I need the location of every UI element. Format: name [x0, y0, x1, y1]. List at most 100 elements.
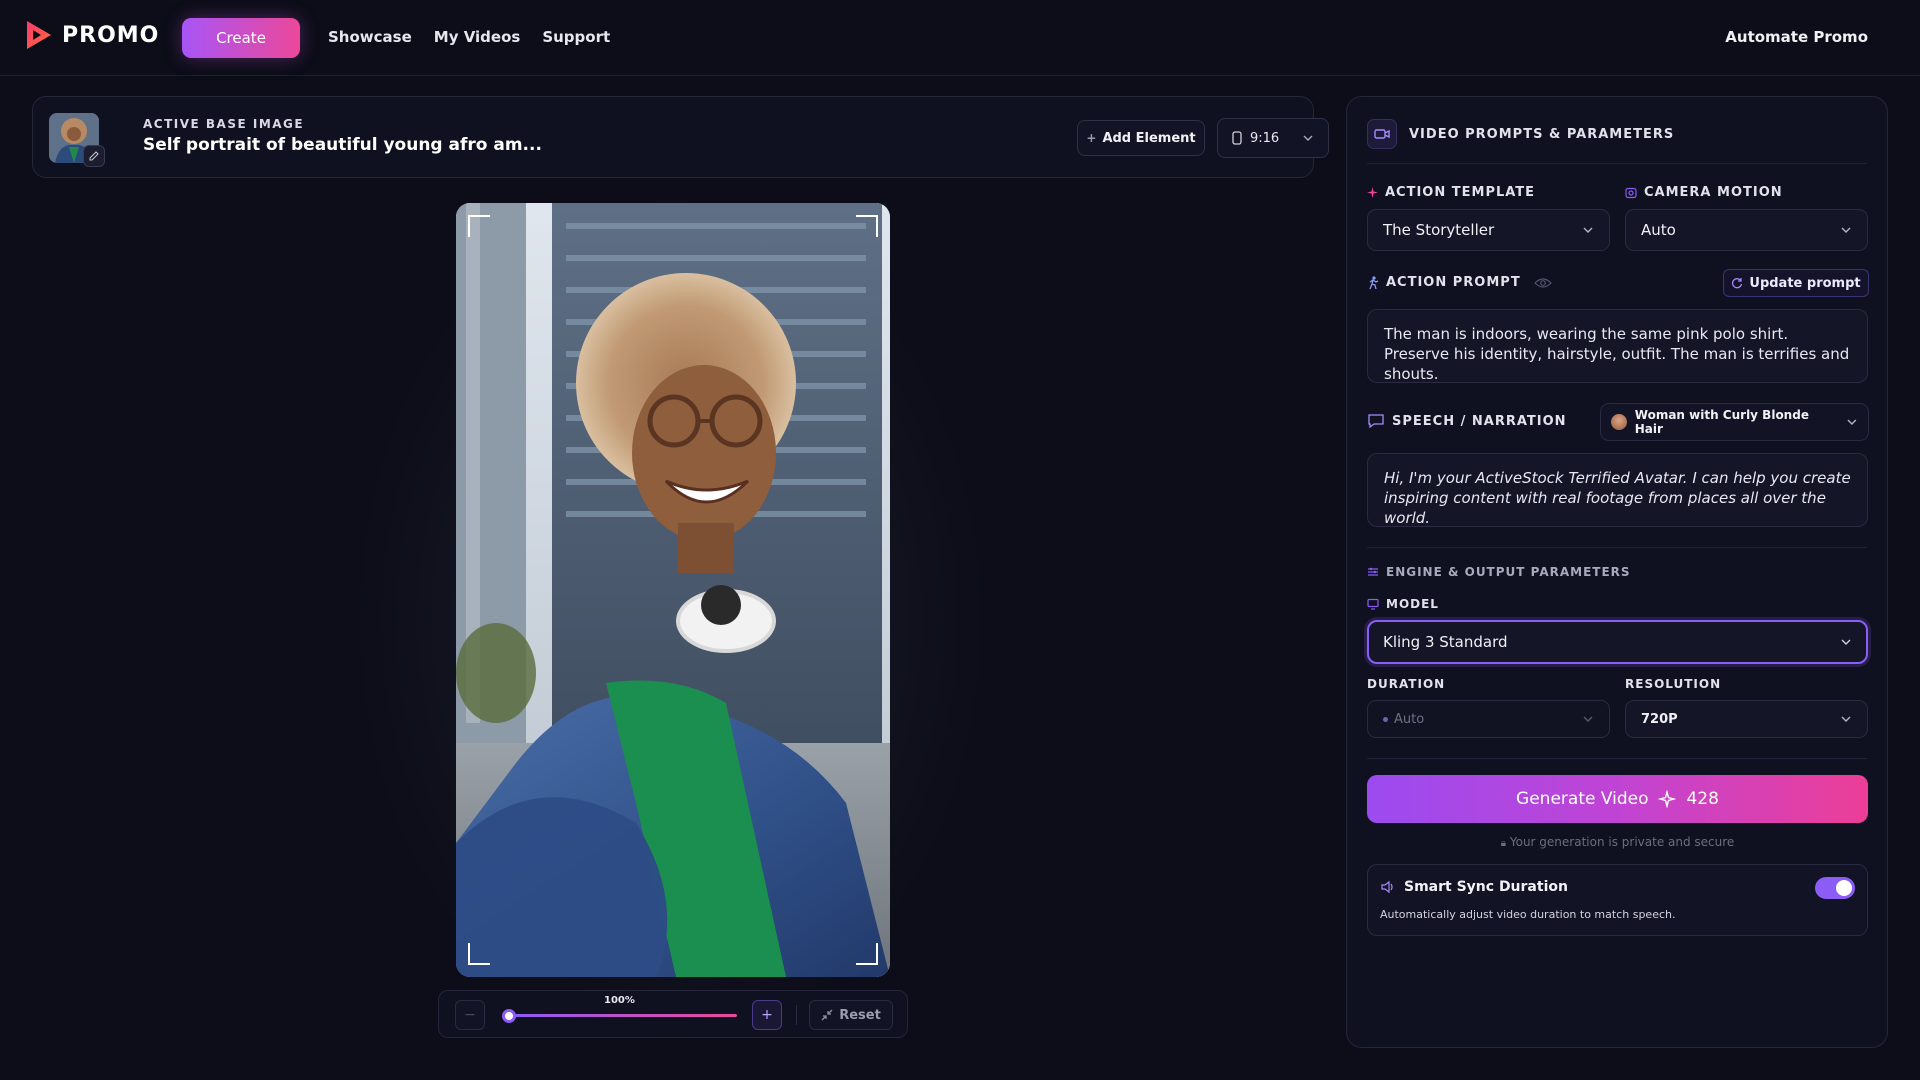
- monitor-icon: [1367, 598, 1379, 610]
- speech-textarea[interactable]: Hi, I'm your ActiveStock Terrified Avata…: [1367, 453, 1868, 527]
- action-prompt-textarea[interactable]: The man is indoors, wearing the same pin…: [1367, 309, 1868, 383]
- camera-motion-value: Auto: [1641, 221, 1676, 239]
- main-nav: Showcase My Videos Support: [328, 28, 610, 46]
- base-image-label: ACTIVE BASE IMAGE: [143, 117, 305, 131]
- plus-icon: +: [1086, 131, 1097, 145]
- speaker-icon: [1381, 880, 1393, 894]
- smart-sync-toggle[interactable]: [1815, 877, 1855, 899]
- duration-select[interactable]: Auto: [1367, 700, 1610, 738]
- model-value: Kling 3 Standard: [1383, 633, 1508, 651]
- duration-label: DURATION: [1367, 677, 1446, 691]
- zoom-controls: − 100% + Reset: [438, 990, 908, 1038]
- chevron-down-icon: [1841, 716, 1851, 722]
- voice-avatar: [1611, 414, 1627, 430]
- smart-sync-description: Automatically adjust video duration to m…: [1380, 908, 1676, 921]
- zoom-divider: [796, 1005, 797, 1025]
- voice-name: Woman with Curly Blonde Hair: [1634, 408, 1809, 436]
- lock-icon: 🔒︎: [1500, 838, 1507, 849]
- zoom-slider-track[interactable]: [509, 1014, 737, 1017]
- eye-icon[interactable]: [1533, 277, 1552, 289]
- top-navigation-bar: PROMO Create Showcase My Videos Support …: [0, 0, 1920, 76]
- action-template-label: ACTION TEMPLATE: [1367, 185, 1535, 200]
- secure-note-text: Your generation is private and secure: [1509, 835, 1735, 849]
- video-parameters-panel: VIDEO PROMPTS & PARAMETERS ACTION TEMPLA…: [1346, 96, 1888, 1048]
- secure-note: 🔒︎ Your generation is private and secure: [1367, 835, 1868, 849]
- nav-my-videos[interactable]: My Videos: [434, 28, 521, 46]
- nav-showcase[interactable]: Showcase: [328, 28, 412, 46]
- camera-motion-select[interactable]: Auto: [1625, 209, 1868, 251]
- zoom-out-button[interactable]: −: [455, 1000, 485, 1030]
- active-base-image-card: ACTIVE BASE IMAGE Self portrait of beaut…: [32, 96, 1329, 178]
- sparkle-icon: [1367, 187, 1378, 198]
- phone-icon: [1232, 131, 1242, 145]
- sliders-icon: [1368, 567, 1378, 576]
- chevron-down-icon: [1583, 227, 1593, 233]
- chevron-down-icon: [1841, 639, 1851, 645]
- add-element-button[interactable]: + Add Element: [1077, 120, 1205, 156]
- action-template-value: The Storyteller: [1383, 221, 1495, 239]
- nav-support[interactable]: Support: [542, 28, 610, 46]
- model-label: MODEL: [1367, 597, 1439, 611]
- chevron-down-icon: [1841, 227, 1851, 233]
- crop-corner-bottom-left: [468, 943, 490, 965]
- resolution-value: 720P: [1641, 711, 1678, 727]
- aspect-ratio-value: 9:16: [1250, 130, 1280, 146]
- toggle-knob: [1836, 880, 1852, 896]
- chevron-down-icon: [1583, 716, 1593, 722]
- running-person-icon: [1369, 275, 1379, 289]
- divider: [1367, 758, 1867, 759]
- engine-params-label: ENGINE & OUTPUT PARAMETERS: [1367, 565, 1631, 579]
- shrink-arrows-icon: [821, 1009, 833, 1021]
- update-prompt-button[interactable]: Update prompt: [1723, 269, 1869, 297]
- generate-video-button[interactable]: Generate Video 428: [1367, 775, 1868, 823]
- model-select[interactable]: Kling 3 Standard: [1367, 620, 1868, 664]
- create-button[interactable]: Create: [182, 18, 300, 58]
- duration-value-wrap: Auto: [1383, 712, 1424, 727]
- model-label-text: MODEL: [1386, 597, 1439, 611]
- action-prompt-label-text: ACTION PROMPT: [1386, 275, 1521, 290]
- divider: [1367, 163, 1867, 164]
- action-template-label-text: ACTION TEMPLATE: [1385, 185, 1536, 200]
- logo-text: PROMO: [62, 22, 160, 48]
- reset-label: Reset: [839, 1007, 881, 1023]
- panel-header: VIDEO PROMPTS & PARAMETERS: [1367, 119, 1674, 149]
- zoom-slider-handle[interactable]: [502, 1009, 516, 1023]
- video-camera-icon: [1367, 119, 1397, 149]
- action-prompt-label: ACTION PROMPT: [1367, 275, 1552, 290]
- automate-promo-link[interactable]: Automate Promo: [1725, 28, 1868, 46]
- zoom-in-button[interactable]: +: [752, 1000, 782, 1030]
- update-prompt-label: Update prompt: [1749, 275, 1861, 291]
- chevron-down-icon: [1847, 419, 1857, 425]
- reset-zoom-button[interactable]: Reset: [809, 1000, 893, 1030]
- add-element-label: Add Element: [1102, 130, 1196, 146]
- generate-label: Generate Video: [1516, 789, 1649, 809]
- aspect-ratio-select[interactable]: 9:16: [1217, 118, 1329, 158]
- pencil-icon: [89, 151, 99, 161]
- resolution-label: RESOLUTION: [1625, 677, 1722, 691]
- speech-label: SPEECH / NARRATION: [1367, 413, 1567, 429]
- engine-params-label-text: ENGINE & OUTPUT PARAMETERS: [1386, 565, 1631, 579]
- promo-logo[interactable]: PROMO: [24, 18, 159, 52]
- smart-sync-title: Smart Sync Duration: [1404, 879, 1568, 895]
- refresh-icon: [1732, 278, 1743, 289]
- action-template-select[interactable]: The Storyteller: [1367, 209, 1610, 251]
- chevron-down-icon: [1303, 135, 1313, 141]
- zoom-value: 100%: [604, 995, 635, 1006]
- speech-label-text: SPEECH / NARRATION: [1392, 413, 1567, 429]
- voice-select[interactable]: Woman with Curly Blonde Hair: [1600, 403, 1869, 441]
- base-image-title: Self portrait of beautiful young afro am…: [143, 135, 542, 155]
- divider: [1367, 547, 1867, 548]
- preview-image[interactable]: [456, 203, 890, 977]
- crop-corner-top-right: [856, 215, 878, 237]
- resolution-select[interactable]: 720P: [1625, 700, 1868, 738]
- edit-image-button[interactable]: [83, 145, 105, 167]
- camera-motion-label-text: CAMERA MOTION: [1644, 185, 1783, 200]
- smart-sync-card: Smart Sync Duration Automatically adjust…: [1367, 864, 1868, 936]
- selfie-photo: [456, 203, 890, 977]
- panel-title: VIDEO PROMPTS & PARAMETERS: [1409, 126, 1675, 142]
- sparkles-icon: [1658, 790, 1677, 808]
- duration-value: Auto: [1394, 711, 1425, 727]
- status-dot: [1383, 716, 1388, 722]
- crop-corner-top-left: [468, 215, 490, 237]
- crop-corner-bottom-right: [856, 943, 878, 965]
